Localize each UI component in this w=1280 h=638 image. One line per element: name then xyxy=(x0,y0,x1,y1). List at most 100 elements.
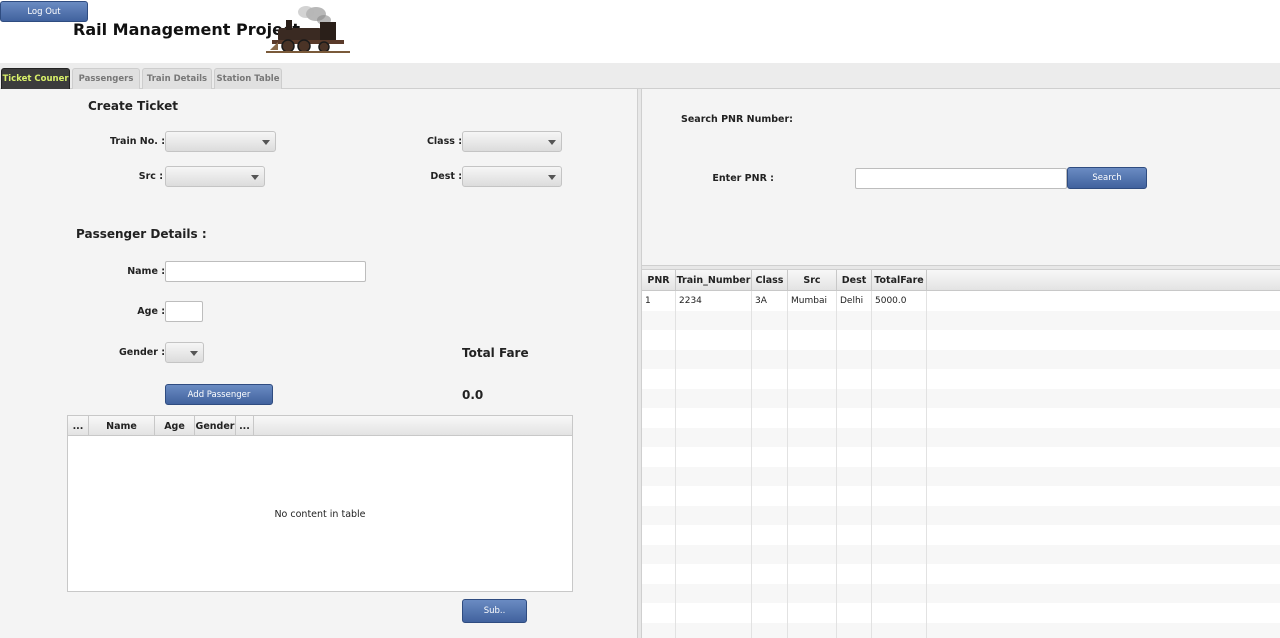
table-cell xyxy=(788,544,837,564)
table-row[interactable] xyxy=(642,466,1280,486)
table-row[interactable] xyxy=(642,330,1280,350)
table-cell xyxy=(837,330,872,350)
table-row[interactable] xyxy=(642,388,1280,408)
table-cell xyxy=(837,310,872,330)
steam-locomotive-logo xyxy=(266,6,350,53)
passenger-table-header: ... Name Age Gender ... xyxy=(68,416,572,436)
table-cell xyxy=(788,310,837,330)
column-header-train-number[interactable]: Train_Number xyxy=(676,270,752,291)
table-cell xyxy=(788,505,837,525)
table-cell xyxy=(642,349,676,369)
table-cell xyxy=(642,466,676,486)
column-header-dest[interactable]: Dest xyxy=(837,270,872,291)
tab-passengers[interactable]: Passengers xyxy=(72,68,140,89)
search-button[interactable]: Search xyxy=(1067,167,1147,189)
column-header-age[interactable]: Age xyxy=(155,416,195,436)
search-pnr-heading: Search PNR Number: xyxy=(681,114,793,125)
table-cell xyxy=(642,525,676,545)
column-header-name[interactable]: Name xyxy=(89,416,155,436)
column-header-pnr[interactable]: PNR xyxy=(642,270,676,291)
table-cell xyxy=(752,427,788,447)
column-header-gender[interactable]: Gender xyxy=(195,416,236,436)
table-cell xyxy=(676,564,752,584)
table-cell xyxy=(837,525,872,545)
age-field[interactable] xyxy=(165,301,203,322)
create-ticket-heading: Create Ticket xyxy=(88,99,178,113)
table-row[interactable] xyxy=(642,544,1280,564)
table-cell xyxy=(872,408,927,428)
tab-train-details[interactable]: Train Details xyxy=(142,68,212,89)
tab-station-table[interactable]: Station Table xyxy=(214,68,282,89)
table-row[interactable]: 1 2234 3A Mumbai Delhi 5000.0 xyxy=(642,291,1280,311)
table-cell xyxy=(837,369,872,389)
logout-button[interactable]: Log Out xyxy=(0,1,88,22)
table-row[interactable] xyxy=(642,525,1280,545)
pnr-table[interactable]: PNR Train_Number Class Src Dest TotalFar… xyxy=(642,270,1280,638)
total-fare-label: Total Fare xyxy=(462,346,529,360)
table-row[interactable] xyxy=(642,583,1280,603)
table-cell xyxy=(837,564,872,584)
table-cell xyxy=(676,466,752,486)
column-header-src[interactable]: Src xyxy=(788,270,837,291)
dest-label: Dest : xyxy=(430,171,462,182)
table-cell xyxy=(837,486,872,506)
table-cell xyxy=(752,603,788,623)
column-header[interactable]: ... xyxy=(68,416,89,436)
table-cell xyxy=(837,603,872,623)
table-cell xyxy=(752,544,788,564)
table-cell xyxy=(676,388,752,408)
table-cell xyxy=(676,408,752,428)
column-header-class[interactable]: Class xyxy=(752,270,788,291)
table-cell xyxy=(752,310,788,330)
table-row[interactable] xyxy=(642,447,1280,467)
total-fare-value: 0.0 xyxy=(462,388,484,402)
table-cell xyxy=(676,544,752,564)
table-row[interactable] xyxy=(642,427,1280,447)
table-cell xyxy=(752,447,788,467)
table-cell xyxy=(676,447,752,467)
table-cell xyxy=(752,369,788,389)
enter-pnr-label: Enter PNR : xyxy=(712,173,774,184)
table-row[interactable] xyxy=(642,369,1280,389)
column-header-total-fare[interactable]: TotalFare xyxy=(872,270,927,291)
train-no-combo[interactable] xyxy=(165,131,276,152)
column-header[interactable]: ... xyxy=(236,416,254,436)
table-row[interactable] xyxy=(642,349,1280,369)
table-row[interactable] xyxy=(642,486,1280,506)
table-row[interactable] xyxy=(642,408,1280,428)
table-cell xyxy=(837,408,872,428)
table-cell xyxy=(642,330,676,350)
table-cell xyxy=(788,330,837,350)
table-cell xyxy=(788,525,837,545)
table-cell: 5000.0 xyxy=(872,291,927,311)
table-row[interactable] xyxy=(642,564,1280,584)
table-cell xyxy=(642,622,676,638)
table-cell xyxy=(676,369,752,389)
pnr-search-input[interactable] xyxy=(855,168,1067,189)
tab-ticket-counter[interactable]: Ticket Couner xyxy=(1,68,70,89)
table-cell xyxy=(872,583,927,603)
table-cell xyxy=(788,447,837,467)
table-cell xyxy=(788,486,837,506)
passenger-table[interactable]: ... Name Age Gender ... No content in ta… xyxy=(67,415,573,592)
dest-combo[interactable] xyxy=(462,166,562,187)
table-row[interactable] xyxy=(642,505,1280,525)
table-cell xyxy=(642,388,676,408)
table-cell xyxy=(872,603,927,623)
add-passenger-button[interactable]: Add Passenger xyxy=(165,384,273,405)
table-row[interactable] xyxy=(642,622,1280,638)
name-field[interactable] xyxy=(165,261,366,282)
submit-button[interactable]: Sub.. xyxy=(462,599,527,623)
gender-combo[interactable] xyxy=(165,342,204,363)
class-combo[interactable] xyxy=(462,131,562,152)
table-cell xyxy=(872,525,927,545)
table-cell xyxy=(642,603,676,623)
table-row[interactable] xyxy=(642,603,1280,623)
table-row[interactable] xyxy=(642,310,1280,330)
table-cell xyxy=(642,447,676,467)
chevron-down-icon xyxy=(548,175,556,180)
table-cell xyxy=(752,622,788,638)
table-cell xyxy=(872,427,927,447)
table-cell xyxy=(788,622,837,638)
src-combo[interactable] xyxy=(165,166,265,187)
